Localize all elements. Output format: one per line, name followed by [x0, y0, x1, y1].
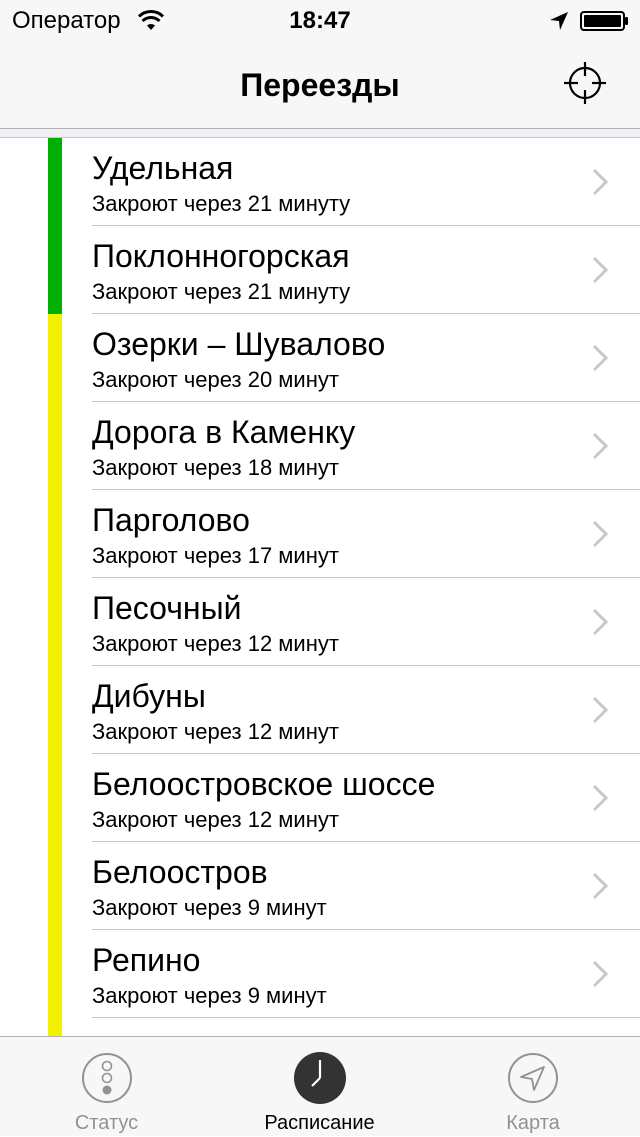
tab-label: Карта — [506, 1112, 560, 1134]
crossing-name: Дорога в Каменку — [92, 414, 356, 450]
tab-label: Статус — [74, 1112, 139, 1134]
status-color-stripe — [48, 1018, 62, 1036]
list-item[interactable]: Дорога в Каменку Закроют через 18 минут — [0, 402, 640, 490]
crossings-list[interactable]: Удельная Закроют через 21 минуту Поклонн… — [0, 138, 640, 1036]
chevron-right-icon — [592, 696, 608, 724]
list-item[interactable] — [0, 1018, 640, 1036]
list-item[interactable]: Песочный Закроют через 12 минут — [0, 578, 640, 666]
crossing-status: Закроют через 9 минут — [92, 895, 327, 920]
battery-icon — [580, 11, 628, 31]
crossing-name: Белоостров — [92, 854, 268, 890]
crossing-name: Удельная — [92, 150, 234, 186]
tab-status[interactable]: Статус — [0, 1037, 213, 1137]
chevron-right-icon — [592, 168, 608, 196]
page-title: Переезды — [240, 67, 400, 103]
locate-me-button[interactable] — [562, 60, 608, 106]
status-color-stripe — [48, 842, 62, 930]
list-item[interactable]: Парголово Закроют через 17 минут — [0, 490, 640, 578]
status-color-stripe — [48, 930, 62, 1018]
status-color-stripe — [48, 138, 62, 226]
crossing-status: Закроют через 12 минут — [92, 631, 339, 656]
list-item[interactable]: Поклонногорская Закроют через 21 минуту — [0, 226, 640, 314]
list-item[interactable]: Репино Закроют через 9 минут — [0, 930, 640, 1018]
clock-icon — [293, 1052, 346, 1104]
status-color-stripe — [48, 754, 62, 842]
crossing-status: Закроют через 21 минуту — [92, 279, 351, 304]
list-item[interactable]: Дибуны Закроют через 12 минут — [0, 666, 640, 754]
status-color-stripe — [48, 314, 62, 402]
crossing-status: Закроют через 12 минут — [92, 807, 339, 832]
crossing-status: Закроют через 20 минут — [92, 367, 339, 392]
status-color-stripe — [48, 578, 62, 666]
status-color-stripe — [48, 226, 62, 314]
status-color-stripe — [48, 666, 62, 754]
crossing-status: Закроют через 9 минут — [92, 983, 327, 1008]
crossing-name: Поклонногорская — [92, 238, 350, 274]
chevron-right-icon — [592, 960, 608, 988]
crossing-status: Закроют через 18 минут — [92, 455, 339, 480]
chevron-right-icon — [592, 784, 608, 812]
tab-map[interactable]: Карта — [426, 1037, 640, 1137]
crossing-name: Дибуны — [92, 678, 206, 714]
status-color-stripe — [48, 402, 62, 490]
tab-label: Расписание — [264, 1112, 375, 1134]
navigation-bar: Переезды — [0, 40, 640, 128]
chevron-right-icon — [592, 520, 608, 548]
crossing-name: Парголово — [92, 502, 250, 538]
chevron-right-icon — [592, 344, 608, 372]
list-item[interactable]: Белоостровское шоссе Закроют через 12 ми… — [0, 754, 640, 842]
crossing-status: Закроют через 17 минут — [92, 543, 339, 568]
tab-bar: Статус Расписание Карта — [0, 1036, 640, 1136]
chevron-right-icon — [592, 432, 608, 460]
location-arrow-icon — [508, 1053, 558, 1103]
list-item[interactable]: Белоостров Закроют через 9 минут — [0, 842, 640, 930]
crossing-name: Песочный — [92, 590, 242, 626]
list-item[interactable]: Удельная Закроют через 21 минуту — [0, 138, 640, 226]
crossing-name: Репино — [92, 942, 201, 978]
crossing-status: Закроют через 12 минут — [92, 719, 339, 744]
status-color-stripe — [48, 490, 62, 578]
crossing-name: Белоостровское шоссе — [92, 766, 436, 802]
chevron-right-icon — [592, 608, 608, 636]
chevron-right-icon — [592, 872, 608, 900]
crossing-status: Закроют через 21 минуту — [92, 191, 351, 216]
crossing-name: Озерки – Шувалово — [92, 326, 386, 362]
status-bar: Оператор 18:47 — [0, 0, 640, 40]
chevron-right-icon — [592, 256, 608, 284]
status-time: 18:47 — [289, 7, 351, 34]
tab-schedule[interactable]: Расписание — [213, 1037, 426, 1137]
list-item[interactable]: Озерки – Шувалово Закроют через 20 минут — [0, 314, 640, 402]
location-services-icon — [550, 12, 568, 30]
traffic-light-icon — [81, 1053, 132, 1103]
